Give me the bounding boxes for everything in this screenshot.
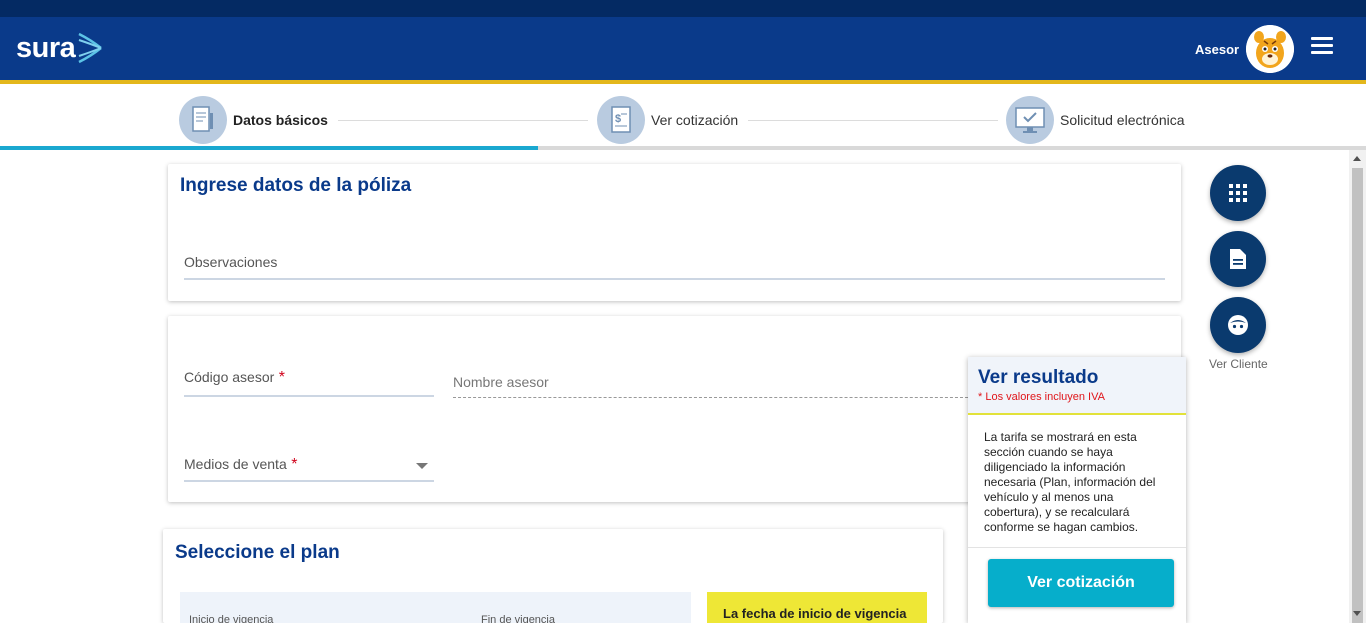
field-underline [184, 278, 1165, 280]
poliza-card: Ingrese datos de la póliza Observaciones [168, 164, 1181, 301]
chevron-down-icon [416, 463, 428, 469]
result-panel-message: La tarifa se mostrará en esta sección cu… [968, 415, 1186, 548]
stepper-progress [0, 146, 538, 150]
sura-logo[interactable]: sura [16, 30, 103, 66]
medios-venta-label: Medios de venta [184, 456, 287, 472]
monitor-icon [1006, 96, 1054, 144]
field-underline [184, 480, 434, 482]
document-fab[interactable] [1210, 231, 1266, 287]
ver-cliente-caption: Ver Cliente [1209, 357, 1268, 371]
poliza-card-title: Ingrese datos de la póliza [180, 175, 412, 196]
required-mark: * [291, 456, 298, 473]
step-label: Ver cotización [651, 112, 739, 128]
page-scrollbar[interactable] [1349, 150, 1366, 623]
app-header [0, 17, 1366, 80]
result-panel: Ver resultado * Los valores incluyen IVA… [968, 357, 1186, 623]
result-panel-header: Ver resultado * Los valores incluyen IVA [968, 357, 1186, 415]
mascot-avatar-icon [1246, 25, 1294, 73]
codigo-asesor-field[interactable]: Código asesor * [184, 369, 434, 397]
step-datos-basicos[interactable]: Datos básicos [179, 96, 328, 144]
user-avatar[interactable] [1246, 25, 1294, 73]
user-role-label: Asesor [1195, 42, 1240, 57]
scroll-up-arrow-icon[interactable] [1353, 156, 1361, 161]
ver-cliente-fab[interactable] [1210, 297, 1266, 353]
browser-top-strip [0, 0, 1366, 17]
invoice-dollar-icon: $ [597, 96, 645, 144]
scroll-down-arrow-icon[interactable] [1353, 611, 1361, 616]
plan-card-title: Seleccione el plan [175, 542, 340, 563]
nombre-asesor-label: Nombre asesor [453, 374, 549, 390]
stepper-connector [338, 120, 588, 121]
document-edit-icon [179, 96, 227, 144]
field-underline [184, 395, 434, 397]
field-underline-dashed [453, 397, 968, 398]
hamburger-menu-icon[interactable] [1311, 37, 1333, 55]
stepper-connector [748, 120, 998, 121]
step-label: Datos básicos [233, 112, 328, 128]
step-solicitud-electronica[interactable]: Solicitud electrónica [1006, 96, 1185, 144]
ver-cotizacion-button[interactable]: Ver cotización [988, 559, 1174, 607]
vigencia-notice-text: La fecha de inicio de vigencia [723, 606, 907, 621]
medios-venta-select[interactable]: Medios de venta * [184, 456, 434, 482]
codigo-asesor-label: Código asesor [184, 369, 275, 385]
step-label: Solicitud electrónica [1060, 112, 1185, 128]
vigencia-notice: La fecha de inicio de vigencia [707, 592, 927, 623]
fin-vigencia-label: Fin de vigencia [481, 614, 555, 623]
grid-icon [1229, 184, 1247, 202]
observaciones-field[interactable]: Observaciones [184, 254, 1165, 280]
scrollbar-thumb[interactable] [1352, 168, 1363, 623]
nombre-asesor-field: Nombre asesor [453, 374, 968, 398]
svg-text:$: $ [615, 113, 621, 125]
face-icon [1228, 315, 1248, 335]
step-ver-cotizacion[interactable]: $ Ver cotización [597, 96, 738, 144]
iva-note: * Los valores incluyen IVA [978, 391, 1105, 403]
required-mark: * [278, 369, 285, 386]
logo-text: sura [16, 31, 76, 64]
logo-wing-icon [78, 32, 103, 64]
vigencia-row: Inicio de vigencia Fin de vigencia [180, 592, 691, 623]
document-icon [1230, 249, 1246, 269]
result-panel-title: Ver resultado [978, 367, 1099, 388]
inicio-vigencia-label: Inicio de vigencia [189, 614, 274, 623]
observaciones-label: Observaciones [184, 254, 278, 270]
apps-fab[interactable] [1210, 165, 1266, 221]
